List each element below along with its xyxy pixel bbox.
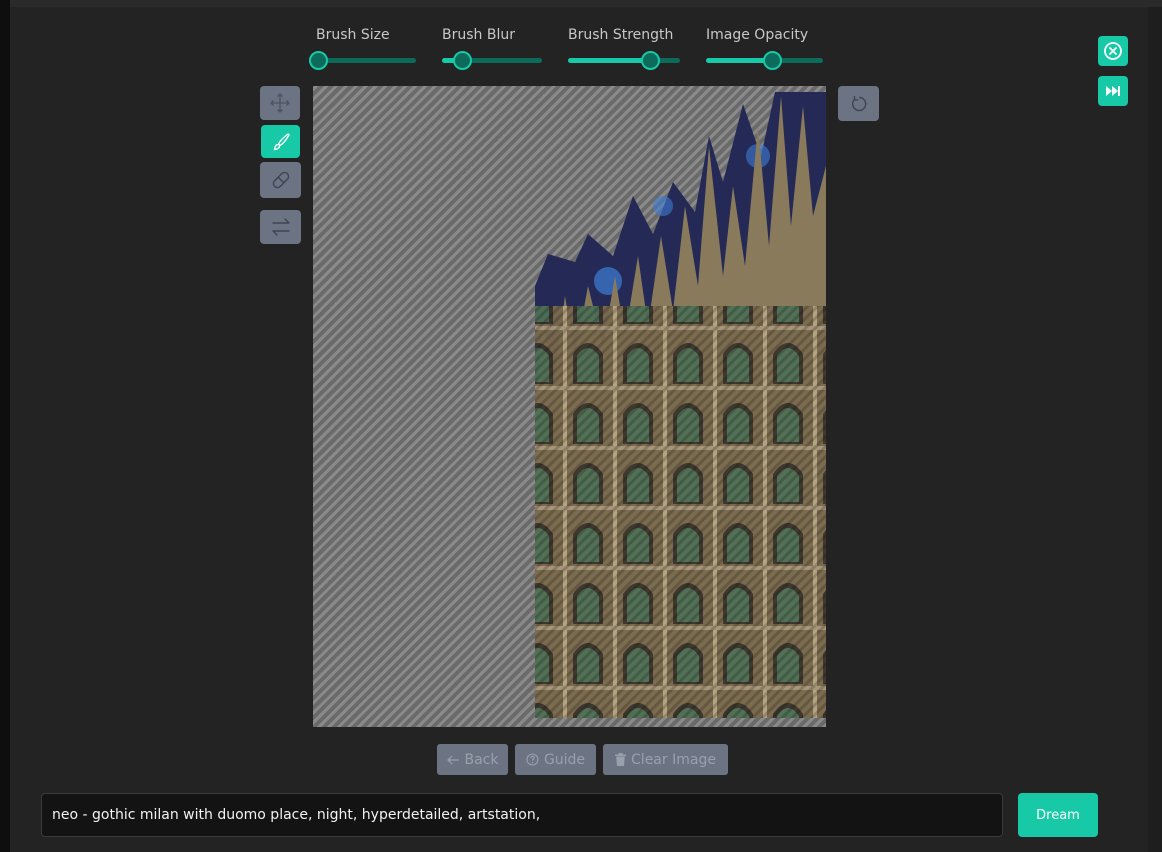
image-opacity-thumb[interactable] bbox=[762, 51, 782, 70]
rotate-ccw-icon bbox=[851, 95, 866, 111]
clear-image-button[interactable]: Clear Image bbox=[603, 744, 728, 775]
eraser-icon bbox=[272, 171, 289, 189]
back-label: Back bbox=[464, 751, 499, 768]
paint-canvas[interactable] bbox=[313, 86, 826, 727]
brush-blur-label: Brush Blur bbox=[442, 27, 515, 43]
image-opacity-slider[interactable]: Image Opacity bbox=[706, 27, 823, 72]
prompt-input[interactable] bbox=[41, 793, 1003, 837]
close-button[interactable] bbox=[1098, 36, 1128, 66]
brush-strength-slider[interactable]: Brush Strength bbox=[568, 27, 680, 72]
brush-size-label: Brush Size bbox=[316, 27, 390, 43]
eraser-tool-button[interactable] bbox=[260, 162, 301, 198]
image-opacity-track[interactable] bbox=[706, 51, 823, 70]
image-opacity-label: Image Opacity bbox=[706, 27, 809, 43]
brush-size-track[interactable] bbox=[309, 51, 416, 70]
brush-blur-track[interactable] bbox=[442, 51, 542, 70]
brush-size-thumb[interactable] bbox=[309, 51, 328, 70]
brush-strength-track[interactable] bbox=[568, 51, 680, 70]
move-tool-button[interactable] bbox=[260, 86, 300, 120]
cathedral-image bbox=[535, 92, 826, 718]
close-circle-icon bbox=[1104, 42, 1122, 60]
dream-button[interactable]: Dream bbox=[1018, 793, 1098, 837]
brush-strength-fill bbox=[568, 58, 650, 63]
reset-button[interactable] bbox=[838, 86, 879, 121]
image-opacity-fill bbox=[706, 58, 772, 63]
arrow-left-icon bbox=[446, 755, 459, 764]
brush-tool-button[interactable] bbox=[261, 125, 300, 158]
skip-button[interactable] bbox=[1098, 76, 1128, 106]
guide-label: Guide bbox=[543, 751, 586, 768]
window-top-edge bbox=[10, 0, 1162, 7]
window-right-edge bbox=[1148, 7, 1162, 852]
swap-tool-button[interactable] bbox=[260, 210, 301, 244]
brush-icon bbox=[273, 132, 290, 150]
move-icon bbox=[270, 93, 290, 113]
brush-size-slider[interactable]: Brush Size bbox=[309, 27, 416, 72]
back-button[interactable]: Back bbox=[437, 744, 508, 775]
clear-image-label: Clear Image bbox=[631, 751, 716, 768]
help-circle-icon bbox=[526, 753, 539, 766]
brush-blur-slider[interactable]: Brush Blur bbox=[442, 27, 542, 72]
skip-forward-icon bbox=[1106, 86, 1120, 96]
guide-button[interactable]: Guide bbox=[515, 744, 596, 775]
brush-strength-label: Brush Strength bbox=[568, 27, 674, 43]
brush-strength-thumb[interactable] bbox=[640, 51, 660, 70]
window-left-edge bbox=[0, 0, 10, 852]
trash-icon bbox=[615, 753, 627, 766]
swap-icon bbox=[271, 218, 290, 236]
brush-blur-thumb[interactable] bbox=[453, 51, 472, 70]
